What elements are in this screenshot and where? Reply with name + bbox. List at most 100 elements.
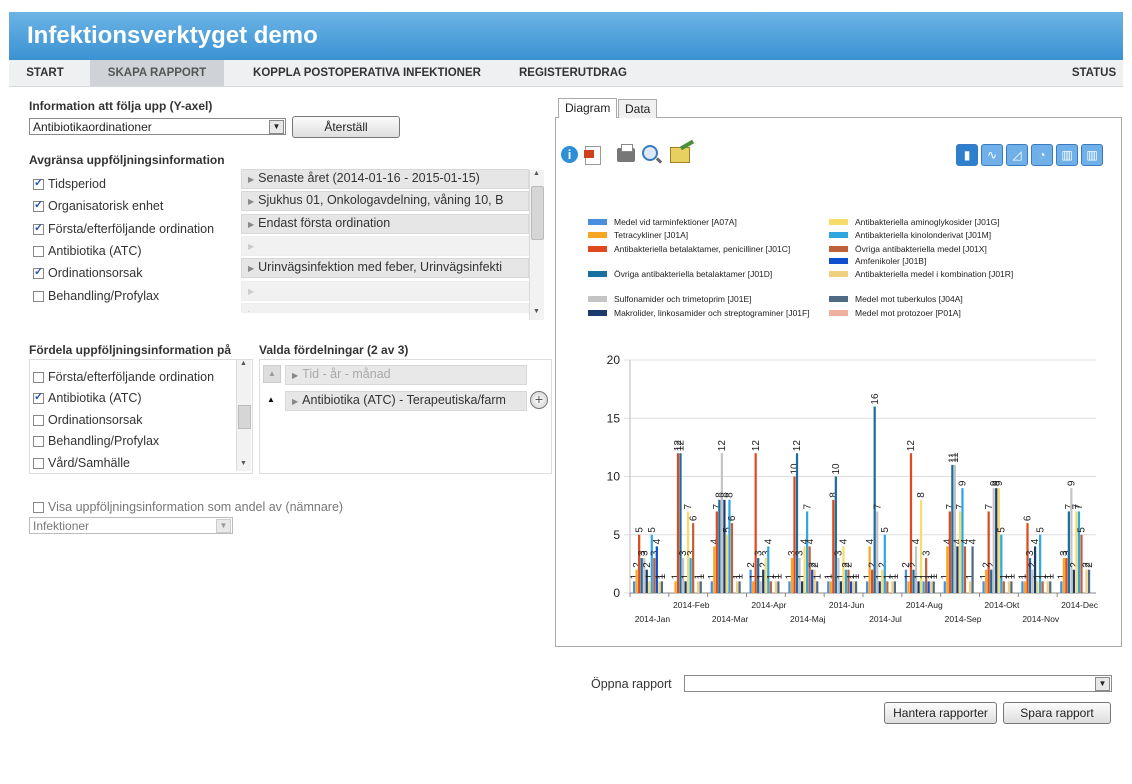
limit-checkbox[interactable] [33,265,44,279]
bar [956,546,959,593]
data-label: 8 [725,492,736,498]
bar [730,523,734,593]
zoom-icon[interactable] [642,145,663,164]
limit-checkbox[interactable] [33,246,44,257]
chevron-down-icon: ▼ [1095,677,1110,691]
bar [684,581,687,593]
print-icon[interactable] [617,144,635,162]
data-label: 5 [1035,527,1046,533]
bar [811,569,814,593]
legend-swatch [829,258,848,264]
nav-koppla-postoperativa[interactable]: KOPPLA POSTOPERATIVA INFEKTIONER [243,60,491,86]
nav-start[interactable]: START [21,60,69,86]
dist-checkbox[interactable] [33,436,44,447]
stacked-bar-100-icon[interactable]: ▥ [1081,144,1103,166]
bar [893,581,897,593]
bar [795,453,799,593]
bar [849,581,853,593]
legend-swatch [829,219,848,225]
bar [1010,581,1013,593]
limit-item-label: Ordinationsorsak [48,266,143,280]
data-label: 12 [676,440,687,452]
bar-chart-icon[interactable]: ▮ [956,144,978,166]
bar [676,453,680,593]
info-icon[interactable]: i [561,146,578,163]
limit-scrollbar[interactable]: ▲ ▼ [529,170,544,320]
area-chart-icon[interactable]: ◿ [1006,144,1028,166]
selected-dist-atc[interactable]: ▶ Antibiotika (ATC) - Terapeutiska/farm [285,391,527,411]
reset-button[interactable]: Återställ [292,116,400,138]
limit-filter-row[interactable]: ▶ Endast första ordination [241,214,529,234]
bar [808,546,811,593]
expand-icon: ▶ [248,264,255,273]
data-label: 1 [965,573,976,579]
bar [948,511,951,593]
stacked-bar-icon[interactable]: ▥ [1056,144,1078,166]
data-label: 12 [792,440,803,452]
data-label: 5 [996,527,1007,533]
bar [738,581,741,593]
yaxis-select-value: Antibiotikaordinationer [33,120,152,134]
limit-filter-value: Endast första ordination [258,216,391,230]
line-chart-icon[interactable]: ∿ [981,144,1003,166]
chart-settings-icon[interactable] [670,139,696,163]
data-label: 2 [810,562,821,568]
tab-data[interactable]: Data [618,99,658,118]
dist-checkbox[interactable] [33,415,44,426]
bar [1036,581,1039,593]
bar [932,581,935,593]
limit-filter-row[interactable]: ▶ [241,236,529,256]
bar [1067,511,1070,593]
dist-scrollbar[interactable]: ▲ ▼ [236,360,251,471]
bar [982,581,985,593]
add-icon[interactable]: + [530,391,548,409]
legend-swatch [829,271,848,277]
yaxis-select[interactable]: Antibiotikaordinationer ▼ [29,118,286,135]
chevron-down-icon: ▼ [216,519,231,533]
bar [1087,569,1091,593]
legend-label: Medel mot tuberkulos [J04A] [855,294,963,304]
bar [1002,581,1005,593]
dist-checkbox[interactable] [33,372,44,383]
limit-filter-row[interactable]: ▶ Urinvägsinfektion med feber, Urinvägsin… [241,258,529,278]
nav-status[interactable]: STATUS [1069,60,1119,86]
data-label: 1 [890,573,901,579]
limit-checkbox[interactable] [33,291,44,302]
dist-checkbox[interactable] [33,390,44,404]
nav-skapa-rapport[interactable]: SKAPA RAPPORT [90,60,224,86]
tab-diagram[interactable]: Diagram [558,98,618,118]
expand-icon: ▶ [248,287,255,296]
bar [728,499,731,593]
bar [963,546,967,593]
bar [767,546,770,593]
bar [759,581,762,593]
nav-registerutdrag[interactable]: REGISTERUTDRAG [515,60,631,86]
bar [1023,581,1027,593]
move-up-icon[interactable]: ▲ [263,392,279,408]
open-report-select[interactable]: ▼ [684,675,1112,692]
limit-filter-row[interactable]: ▶ [241,281,529,301]
limit-checkbox[interactable] [33,198,44,212]
manage-reports-button[interactable]: Hantera rapporter [884,702,997,724]
limit-filter-row[interactable]: ▶ Sjukhus 01, Onkologavdelning, våning 10… [241,191,529,211]
limit-checkbox[interactable] [33,221,44,235]
bar [1031,569,1034,593]
bar [723,499,726,593]
bar [951,464,954,593]
pdf-export-icon[interactable] [584,146,601,165]
dist-checkbox[interactable] [33,458,44,469]
bar [1065,558,1068,593]
data-label: 2 [844,562,855,568]
limit-filter-row[interactable]: ▶ Senaste året (2014-01-16 - 2015-01-15) [241,169,529,189]
y-tick-label: 15 [607,411,621,425]
data-label: 1 [657,573,668,579]
bar [844,569,848,593]
pie-chart-icon[interactable]: ◔ [1031,144,1053,166]
limit-checkbox[interactable] [33,176,44,190]
limit-filter-row[interactable]: ▶ [241,303,529,313]
bar [689,558,692,593]
share-checkbox[interactable] [33,502,44,513]
save-report-button[interactable]: Spara rapport [1003,702,1111,724]
data-label: 1 [929,573,940,579]
share-select[interactable]: Infektioner ▼ [29,517,233,534]
